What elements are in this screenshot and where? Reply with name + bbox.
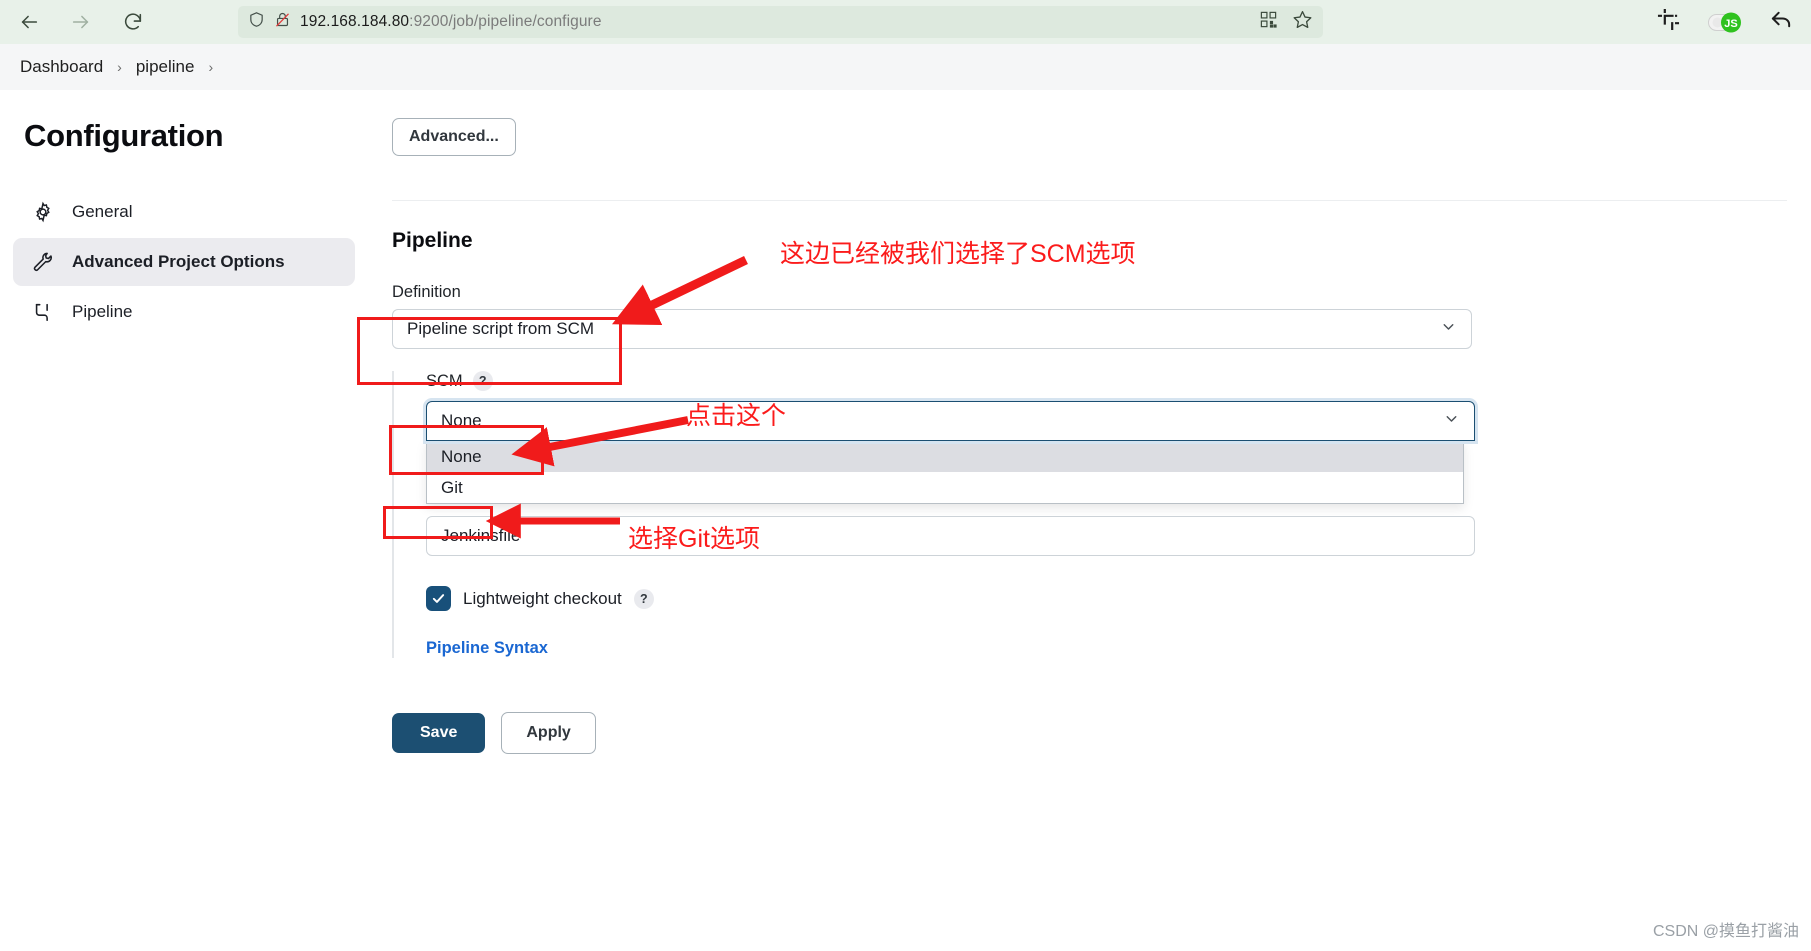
- gear-icon: [31, 200, 55, 224]
- pipeline-section-title: Pipeline: [392, 229, 473, 252]
- scm-group: SCM ? None None Git Jenkinsfile Lightwei…: [392, 371, 1811, 658]
- shield-icon[interactable]: [248, 10, 265, 34]
- breadcrumb-separator-1: ›: [117, 59, 122, 75]
- url-text: 192.168.184.80:9200/job/pipeline/configu…: [300, 13, 602, 31]
- screenshot-root: 192.168.184.80:9200/job/pipeline/configu…: [0, 0, 1811, 951]
- qr-code-icon[interactable]: [1259, 10, 1278, 34]
- insecure-lock-icon[interactable]: [274, 10, 291, 34]
- wrench-icon: [31, 250, 55, 274]
- breadcrumb-item-pipeline[interactable]: pipeline: [124, 57, 207, 77]
- scm-help-icon[interactable]: ?: [472, 371, 493, 391]
- undo-arrow-icon[interactable]: [1770, 8, 1793, 36]
- lightweight-checkout-checkbox[interactable]: [426, 586, 451, 611]
- javascript-toggle-icon[interactable]: JS: [1708, 12, 1742, 33]
- address-bar-icons: [248, 10, 291, 34]
- scm-dropdown-list[interactable]: None Git: [426, 441, 1464, 504]
- configuration-form: Advanced... Pipeline Definition Pipeline…: [368, 90, 1811, 754]
- sidebar-item-label: Advanced Project Options: [72, 252, 285, 271]
- chevron-down-icon: [1440, 318, 1457, 340]
- lightweight-checkout-label: Lightweight checkout: [463, 588, 622, 608]
- chevron-down-icon: [1443, 410, 1460, 432]
- crop-capture-icon[interactable]: [1657, 8, 1680, 36]
- section-divider: [392, 200, 1787, 201]
- save-button[interactable]: Save: [392, 713, 486, 753]
- navigation-buttons: [16, 9, 146, 35]
- lightweight-checkout-help-icon[interactable]: ?: [633, 588, 654, 609]
- address-bar[interactable]: 192.168.184.80:9200/job/pipeline/configu…: [238, 6, 1323, 38]
- scm-select[interactable]: None: [426, 401, 1475, 441]
- url-host: 192.168.184.80: [300, 13, 410, 30]
- sidebar-item-advanced-project-options[interactable]: Advanced Project Options: [13, 238, 355, 286]
- lightweight-checkout-row: Lightweight checkout ?: [426, 586, 1811, 611]
- svg-text:JS: JS: [1724, 18, 1737, 30]
- scm-option-git[interactable]: Git: [427, 472, 1463, 503]
- pipeline-syntax-link[interactable]: Pipeline Syntax: [426, 639, 1811, 658]
- watermark: CSDN @摸鱼打酱油: [1652, 923, 1799, 940]
- scm-label: SCM: [426, 371, 463, 390]
- sidebar-item-label: Pipeline: [72, 302, 133, 321]
- scm-select-value: None: [441, 411, 482, 430]
- scm-label-row: SCM ?: [426, 371, 1811, 391]
- scm-option-none[interactable]: None: [427, 441, 1463, 472]
- breadcrumb: Dashboard › pipeline ›: [0, 44, 1811, 90]
- pipeline-icon: [31, 300, 55, 324]
- reload-icon[interactable]: [120, 9, 146, 35]
- forward-arrow-icon[interactable]: [68, 9, 94, 35]
- page-title: Configuration: [24, 118, 224, 153]
- configuration-sidebar: Configuration General Advanced Project O…: [0, 98, 368, 338]
- script-path-value: Jenkinsfile: [441, 526, 521, 545]
- breadcrumb-separator-2: ›: [208, 59, 214, 75]
- star-bookmark-icon[interactable]: [1292, 9, 1313, 35]
- sidebar-item-label: General: [72, 202, 133, 221]
- sidebar-item-general[interactable]: General: [13, 188, 355, 236]
- sidebar-items: General Advanced Project Options Pipelin…: [0, 188, 368, 336]
- breadcrumb-item-dashboard[interactable]: Dashboard: [8, 57, 115, 77]
- url-path: :9200/job/pipeline/configure: [409, 13, 602, 30]
- back-arrow-icon[interactable]: [16, 9, 42, 35]
- definition-select-value: Pipeline script from SCM: [407, 319, 595, 338]
- definition-label: Definition: [392, 283, 461, 301]
- form-actions: Save Apply: [392, 712, 1811, 754]
- definition-select[interactable]: Pipeline script from SCM: [392, 309, 1472, 349]
- apply-button[interactable]: Apply: [501, 712, 596, 754]
- advanced-button[interactable]: Advanced...: [392, 118, 516, 156]
- browser-toolbar: 192.168.184.80:9200/job/pipeline/configu…: [0, 0, 1811, 44]
- advanced-button-row: Advanced...: [368, 90, 1811, 156]
- address-bar-actions: [1259, 6, 1313, 38]
- sidebar-item-pipeline[interactable]: Pipeline: [13, 288, 355, 336]
- browser-extensions: JS: [1657, 6, 1793, 38]
- script-path-input[interactable]: Jenkinsfile: [426, 516, 1475, 556]
